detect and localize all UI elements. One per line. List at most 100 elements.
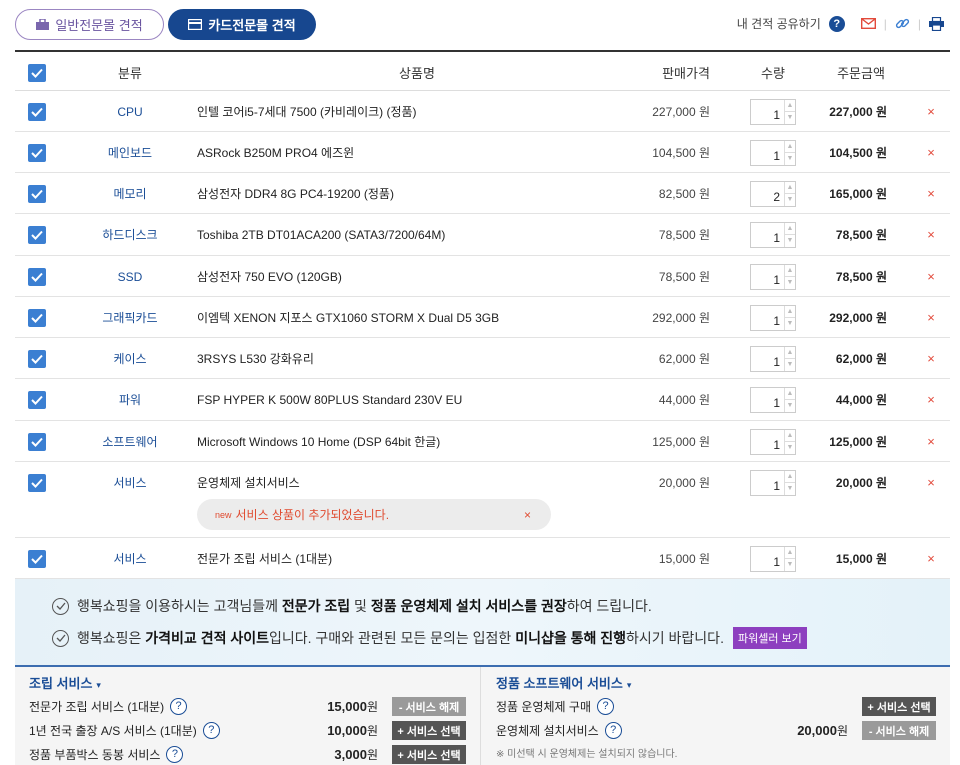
qty-up-icon[interactable]: ▲ <box>785 223 795 235</box>
checkbox[interactable] <box>28 225 46 244</box>
service-remove-button[interactable]: - 서비스 해제 <box>862 721 936 740</box>
row-product-name[interactable]: 운영체제 설치서비스 <box>197 462 637 503</box>
checkbox[interactable] <box>28 184 46 203</box>
assembly-title[interactable]: 조립 서비스 ▾ <box>29 673 101 692</box>
row-product-name[interactable]: 인텔 코어i5-7세대 7500 (카비레이크) (정품) <box>197 91 637 132</box>
qty-value[interactable]: 1 <box>751 223 784 247</box>
row-qty-stepper[interactable]: 1 ▲ ▼ <box>750 338 796 379</box>
qty-up-icon[interactable]: ▲ <box>785 182 795 194</box>
qty-down-icon[interactable]: ▼ <box>785 111 795 124</box>
row-product-name[interactable]: FSP HYPER K 500W 80PLUS Standard 230V EU <box>197 379 637 420</box>
row-product-name[interactable]: 전문가 조립 서비스 (1대분) <box>197 538 637 579</box>
row-product-name[interactable]: Microsoft Windows 10 Home (DSP 64bit 한글) <box>197 421 637 462</box>
row-qty-stepper[interactable]: 1 ▲ ▼ <box>750 462 796 503</box>
checkbox[interactable] <box>28 390 46 409</box>
qty-up-icon[interactable]: ▲ <box>785 265 795 277</box>
qty-up-icon[interactable]: ▲ <box>785 471 795 483</box>
qty-down-icon[interactable]: ▼ <box>785 276 795 289</box>
qty-down-icon[interactable]: ▼ <box>785 234 795 247</box>
qty-value[interactable]: 1 <box>751 141 784 165</box>
service-select-button[interactable]: + 서비스 선택 <box>862 697 936 716</box>
checkbox[interactable] <box>28 308 46 327</box>
row-product-name[interactable]: Toshiba 2TB DT01ACA200 (SATA3/7200/64M) <box>197 214 637 255</box>
qty-up-icon[interactable]: ▲ <box>785 100 795 112</box>
row-qty-stepper[interactable]: 2 ▲ ▼ <box>750 173 796 214</box>
help-icon[interactable]: ? <box>166 745 184 763</box>
row-category[interactable]: 파워 <box>75 379 185 420</box>
row-product-name[interactable]: ASRock B250M PRO4 에즈윈 <box>197 132 637 173</box>
link-icon[interactable] <box>895 16 910 31</box>
row-checkbox[interactable] <box>28 338 46 379</box>
row-checkbox[interactable] <box>28 297 46 338</box>
row-checkbox[interactable] <box>28 173 46 214</box>
qty-down-icon[interactable]: ▼ <box>785 399 795 412</box>
row-checkbox[interactable] <box>28 214 46 255</box>
delete-icon[interactable]: × <box>923 91 939 132</box>
row-category[interactable]: SSD <box>75 256 185 297</box>
service-select-button[interactable]: + 서비스 선택 <box>392 745 466 764</box>
print-icon[interactable] <box>929 16 944 31</box>
qty-down-icon[interactable]: ▼ <box>785 441 795 454</box>
help-icon[interactable]: ? <box>828 15 845 32</box>
help-icon[interactable]: ? <box>202 721 220 739</box>
qty-up-icon[interactable]: ▲ <box>785 430 795 442</box>
qty-down-icon[interactable]: ▼ <box>785 482 795 495</box>
qty-down-icon[interactable]: ▼ <box>785 558 795 571</box>
tab-card-estimate[interactable]: 카드전문몰 견적 <box>168 9 316 40</box>
row-qty-stepper[interactable]: 1 ▲ ▼ <box>750 379 796 420</box>
help-icon[interactable]: ? <box>170 697 188 715</box>
checkbox[interactable] <box>28 143 46 162</box>
row-category[interactable]: CPU <box>75 91 185 132</box>
power-seller-button[interactable]: 파워셀러 보기 <box>732 627 807 649</box>
row-checkbox[interactable] <box>28 256 46 297</box>
checkbox[interactable] <box>28 473 46 492</box>
row-qty-stepper[interactable]: 1 ▲ ▼ <box>750 91 796 132</box>
row-product-name[interactable]: 삼성전자 750 EVO (120GB) <box>197 256 637 297</box>
tab-general-estimate[interactable]: 일반전문몰 견적 <box>15 9 164 40</box>
row-product-name[interactable]: 삼성전자 DDR4 8G PC4-19200 (정품) <box>197 173 637 214</box>
help-icon[interactable]: ? <box>604 721 622 739</box>
service-remove-button[interactable]: - 서비스 해제 <box>392 697 466 716</box>
qty-value[interactable]: 1 <box>751 265 784 289</box>
delete-icon[interactable]: × <box>923 379 939 420</box>
row-qty-stepper[interactable]: 1 ▲ ▼ <box>750 256 796 297</box>
row-checkbox[interactable] <box>28 132 46 173</box>
checkbox[interactable] <box>28 349 46 368</box>
qty-value[interactable]: 1 <box>751 471 784 495</box>
row-category[interactable]: 서비스 <box>75 462 185 503</box>
notice-close-icon[interactable]: × <box>524 508 531 522</box>
row-category[interactable]: 메모리 <box>75 173 185 214</box>
qty-down-icon[interactable]: ▼ <box>785 358 795 371</box>
delete-icon[interactable]: × <box>923 338 939 379</box>
row-checkbox[interactable] <box>28 379 46 420</box>
qty-value[interactable]: 1 <box>751 547 784 571</box>
qty-value[interactable]: 1 <box>751 430 784 454</box>
row-qty-stepper[interactable]: 1 ▲ ▼ <box>750 297 796 338</box>
row-checkbox[interactable] <box>28 538 46 579</box>
row-checkbox[interactable] <box>28 421 46 462</box>
qty-up-icon[interactable]: ▲ <box>785 306 795 318</box>
row-category[interactable]: 케이스 <box>75 338 185 379</box>
qty-down-icon[interactable]: ▼ <box>785 317 795 330</box>
row-qty-stepper[interactable]: 1 ▲ ▼ <box>750 538 796 579</box>
qty-value[interactable]: 2 <box>751 182 784 206</box>
qty-value[interactable]: 1 <box>751 388 784 412</box>
qty-value[interactable]: 1 <box>751 100 784 124</box>
qty-up-icon[interactable]: ▲ <box>785 388 795 400</box>
row-product-name[interactable]: 3RSYS L530 강화유리 <box>197 338 637 379</box>
delete-icon[interactable]: × <box>923 462 939 503</box>
qty-down-icon[interactable]: ▼ <box>785 193 795 206</box>
delete-icon[interactable]: × <box>923 214 939 255</box>
delete-icon[interactable]: × <box>923 132 939 173</box>
checkbox[interactable] <box>28 102 46 121</box>
row-category[interactable]: 서비스 <box>75 538 185 579</box>
qty-down-icon[interactable]: ▼ <box>785 152 795 165</box>
row-category[interactable]: 하드디스크 <box>75 214 185 255</box>
delete-icon[interactable]: × <box>923 256 939 297</box>
qty-up-icon[interactable]: ▲ <box>785 547 795 559</box>
row-product-name[interactable]: 이엠텍 XENON 지포스 GTX1060 STORM X Dual D5 3G… <box>197 297 637 338</box>
service-select-button[interactable]: + 서비스 선택 <box>392 721 466 740</box>
delete-icon[interactable]: × <box>923 173 939 214</box>
delete-icon[interactable]: × <box>923 538 939 579</box>
mail-icon[interactable] <box>860 18 876 29</box>
